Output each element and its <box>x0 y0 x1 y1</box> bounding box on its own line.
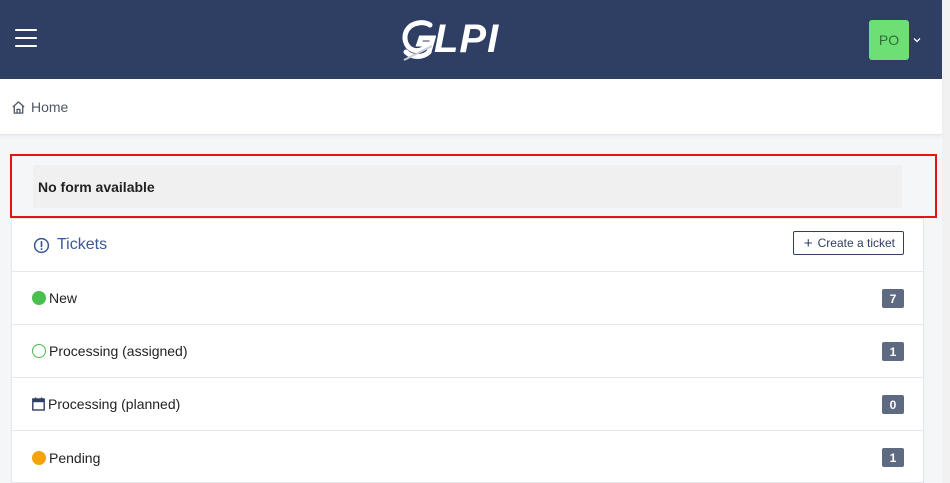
breadcrumb-bar: Home <box>0 79 942 135</box>
glpi-logo[interactable]: LPI <box>402 15 499 63</box>
ticket-status-row-pending[interactable]: Pending 1 <box>12 431 923 483</box>
row-label: New <box>49 290 78 306</box>
home-icon <box>12 100 25 114</box>
ticket-status-row-planned[interactable]: Processing (planned) 0 <box>12 378 923 431</box>
count-badge: 7 <box>882 289 904 308</box>
plus-icon: + <box>803 234 813 252</box>
tickets-title: Tickets <box>33 236 107 254</box>
ticket-status-row-assigned[interactable]: Processing (assigned) 1 <box>12 325 923 378</box>
create-ticket-label: Create a ticket <box>817 236 895 250</box>
tickets-title-text: Tickets <box>57 236 108 253</box>
count-badge: 1 <box>882 342 904 361</box>
breadcrumb-home[interactable]: Home <box>31 99 68 115</box>
ticket-status-row-new[interactable]: New 7 <box>12 272 923 325</box>
status-new-icon <box>32 291 46 305</box>
page-scrollbar[interactable] <box>942 0 950 483</box>
alert-circle-icon <box>33 237 50 253</box>
breadcrumb[interactable]: Home <box>11 99 68 115</box>
logo-text: LPI <box>434 16 500 61</box>
create-ticket-button[interactable]: + Create a ticket <box>792 231 904 255</box>
tickets-card: Tickets + Create a ticket New 7 Processi… <box>11 218 924 483</box>
row-label: Pending <box>49 449 101 466</box>
calendar-icon <box>32 397 45 411</box>
status-assigned-icon <box>32 344 46 358</box>
status-pending-icon <box>32 450 46 465</box>
avatar[interactable]: PO <box>869 20 909 60</box>
chevron-down-icon[interactable] <box>913 36 921 44</box>
count-badge: 0 <box>882 395 904 414</box>
count-badge: 1 <box>882 448 904 467</box>
menu-toggle-icon[interactable] <box>15 29 37 49</box>
no-form-notice: No form available <box>33 165 902 208</box>
row-label: Processing (planned) <box>48 396 181 412</box>
user-menu[interactable]: PO <box>869 20 921 60</box>
row-label: Processing (assigned) <box>49 343 188 359</box>
glpi-logo-g-icon <box>402 20 436 61</box>
tickets-header: Tickets + Create a ticket <box>12 219 923 272</box>
top-header: LPI PO <box>0 0 942 79</box>
